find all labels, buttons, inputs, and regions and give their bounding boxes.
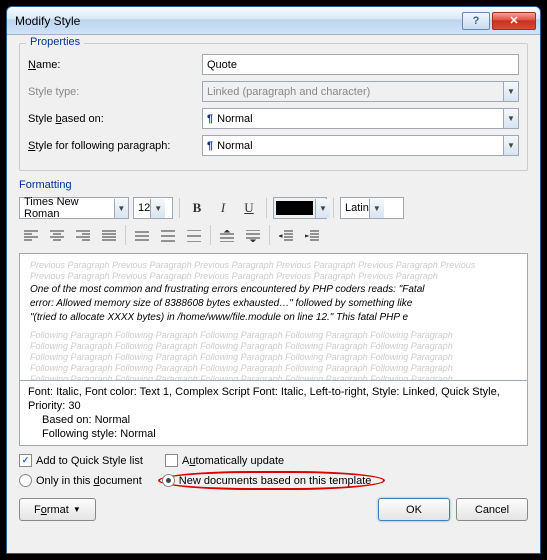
auto-update-label: Automatically update (182, 455, 284, 467)
line-spacing-1-button[interactable] (130, 225, 154, 247)
name-label: Name: (28, 59, 196, 71)
style-description: Font: Italic, Font color: Text 1, Comple… (19, 381, 528, 446)
only-document-label: Only in this document (36, 475, 142, 487)
based-on-select[interactable]: ¶Normal▼ (202, 108, 519, 129)
font-size-select[interactable]: 12▼ (133, 197, 173, 219)
decrease-indent-button[interactable] (274, 225, 298, 247)
help-button[interactable]: ? (462, 12, 490, 30)
based-on-label: Style based on: (28, 113, 196, 125)
format-button[interactable]: Format▼ (19, 498, 96, 521)
chevron-down-icon[interactable]: ▼ (503, 109, 518, 128)
new-documents-radio[interactable] (162, 474, 175, 487)
name-input[interactable] (202, 54, 519, 75)
chevron-down-icon: ▼ (150, 199, 165, 218)
align-center-button[interactable] (45, 225, 69, 247)
increase-indent-button[interactable] (300, 225, 324, 247)
align-left-button[interactable] (19, 225, 43, 247)
align-right-button[interactable] (71, 225, 95, 247)
window-title: Modify Style (15, 14, 460, 28)
line-spacing-2-button[interactable] (182, 225, 206, 247)
space-after-button[interactable] (241, 225, 265, 247)
style-type-label: Style type: (28, 86, 196, 98)
bold-button[interactable]: B (186, 197, 208, 219)
font-family-select[interactable]: Times New Roman▼ (19, 197, 129, 219)
highlight-annotation: New documents based on this template (158, 471, 386, 490)
space-before-button[interactable] (215, 225, 239, 247)
ok-button[interactable]: OK (378, 498, 450, 521)
quick-style-label: Add to Quick Style list (36, 455, 143, 467)
font-color-button[interactable]: ▼ (273, 197, 327, 219)
properties-group: Properties Name: Style type: Linked (par… (19, 43, 528, 171)
auto-update-checkbox[interactable] (165, 454, 178, 467)
chevron-down-icon: ▼ (503, 82, 518, 101)
following-select[interactable]: ¶Normal▼ (202, 135, 519, 156)
chevron-down-icon: ▼ (114, 199, 128, 218)
new-documents-label: New documents based on this template (179, 475, 372, 487)
cancel-button[interactable]: Cancel (456, 498, 528, 521)
following-label: Style for following paragraph: (28, 140, 196, 152)
formatting-toolbar: Times New Roman▼ 12▼ B I U ▼ Latin▼ (19, 197, 528, 219)
modify-style-dialog: Modify Style ? ✕ Properties Name: Style … (6, 6, 541, 554)
script-select[interactable]: Latin▼ (340, 197, 404, 219)
chevron-down-icon: ▼ (315, 199, 330, 218)
line-spacing-15-button[interactable] (156, 225, 180, 247)
chevron-down-icon: ▼ (369, 199, 384, 218)
titlebar[interactable]: Modify Style ? ✕ (7, 7, 540, 35)
underline-button[interactable]: U (238, 197, 260, 219)
paragraph-toolbar (19, 225, 528, 247)
formatting-label: Formatting (19, 179, 528, 191)
style-type-select: Linked (paragraph and character)▼ (202, 81, 519, 102)
align-justify-button[interactable] (97, 225, 121, 247)
close-button[interactable]: ✕ (492, 12, 536, 30)
preview-pane: Previous Paragraph Previous Paragraph Pr… (19, 253, 528, 381)
only-document-radio[interactable] (19, 474, 32, 487)
italic-button[interactable]: I (212, 197, 234, 219)
quick-style-checkbox[interactable] (19, 454, 32, 467)
properties-label: Properties (26, 36, 84, 48)
chevron-down-icon[interactable]: ▼ (503, 136, 518, 155)
